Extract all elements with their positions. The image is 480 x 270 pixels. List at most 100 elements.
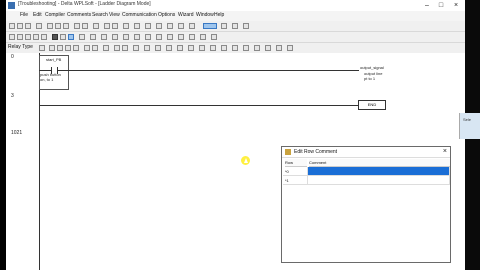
counter-icon[interactable]	[166, 45, 172, 51]
nop-icon[interactable]	[287, 45, 293, 51]
network-icon[interactable]	[167, 34, 173, 40]
compile-icon[interactable]	[123, 23, 129, 29]
comment-cell[interactable]	[308, 176, 450, 185]
rising-contact-icon[interactable]	[65, 45, 71, 51]
run-icon[interactable]	[178, 23, 184, 29]
upload-icon[interactable]	[167, 23, 173, 29]
row-comment-grid: Row Comment *0 *1	[283, 159, 450, 185]
ladder-view-icon[interactable]	[52, 34, 58, 40]
comment-cell-selected[interactable]	[308, 167, 450, 176]
print-icon[interactable]	[36, 23, 42, 29]
column-header-row: Row	[285, 159, 307, 167]
pointer-arrow-icon	[244, 158, 248, 163]
dialog-icon	[285, 149, 291, 155]
cut-icon[interactable]	[47, 23, 53, 29]
open-file-icon[interactable]	[17, 23, 23, 29]
app-icon	[8, 2, 15, 9]
compare-instruction-icon[interactable]	[177, 45, 183, 51]
menu-edit[interactable]: Edit	[33, 12, 42, 18]
delete-column-icon[interactable]	[41, 34, 47, 40]
close-button[interactable]: ×	[449, 0, 463, 11]
insert-column-icon[interactable]	[33, 34, 39, 40]
step-icon[interactable]	[210, 45, 216, 51]
stop-icon[interactable]	[189, 23, 195, 29]
horizontal-line-icon[interactable]	[122, 45, 128, 51]
device-icon[interactable]	[232, 23, 238, 29]
device-comment-icon[interactable]	[112, 34, 118, 40]
row-comment-icon[interactable]	[90, 34, 96, 40]
dialog-close-button[interactable]: ×	[443, 147, 447, 157]
master-control-icon[interactable]	[221, 45, 227, 51]
relay-type-dropdown-icon[interactable]	[39, 45, 45, 51]
paste-icon[interactable]	[63, 23, 69, 29]
memory-icon[interactable]	[211, 34, 217, 40]
ladder-mode-icon[interactable]	[203, 23, 217, 29]
menu-comments[interactable]: Comments	[67, 12, 91, 18]
nc-contact-icon[interactable]	[57, 45, 63, 51]
zoom-in-icon[interactable]	[104, 23, 110, 29]
contact-comment-line2: on, to 1	[40, 77, 54, 82]
monitor-icon[interactable]	[221, 23, 227, 29]
menu-search[interactable]: Search	[92, 12, 108, 18]
pointer-icon[interactable]	[9, 34, 15, 40]
settings-icon[interactable]	[156, 34, 162, 40]
vertical-line-icon[interactable]	[114, 45, 120, 51]
return-icon[interactable]	[276, 45, 282, 51]
table-icon[interactable]	[189, 34, 195, 40]
compare-icon[interactable]	[134, 34, 140, 40]
math-icon[interactable]	[199, 45, 205, 51]
end-instruction-icon[interactable]	[232, 45, 238, 51]
pulse-icon[interactable]	[144, 45, 150, 51]
falling-contact-icon[interactable]	[73, 45, 79, 51]
label-icon[interactable]	[254, 45, 260, 51]
row-number: 1021	[11, 130, 23, 136]
find-icon[interactable]	[93, 23, 99, 29]
help-icon[interactable]	[243, 23, 249, 29]
delete-row-icon[interactable]	[25, 34, 31, 40]
menu-help[interactable]: Help	[214, 12, 224, 18]
save-icon[interactable]	[25, 23, 31, 29]
list-view-icon[interactable]	[60, 34, 66, 40]
comment-mode-icon[interactable]	[68, 34, 74, 40]
online-icon[interactable]	[145, 23, 151, 29]
dialog-title: Edit Row Comment	[294, 149, 338, 155]
wizard-icon[interactable]	[200, 34, 206, 40]
move-icon[interactable]	[188, 45, 194, 51]
set-coil-icon[interactable]	[92, 45, 98, 51]
comment-icon[interactable]	[134, 23, 140, 29]
insert-row-icon[interactable]	[17, 34, 23, 40]
toolbar-edit	[6, 32, 465, 43]
menu-window[interactable]: Window	[196, 12, 214, 18]
cross-ref-icon[interactable]	[145, 34, 151, 40]
rung-wire	[39, 70, 51, 71]
column-header-comment: Comment	[309, 159, 450, 167]
symbol-icon[interactable]	[79, 34, 85, 40]
timer-icon[interactable]	[155, 45, 161, 51]
application-instruction-icon[interactable]	[103, 45, 109, 51]
menu-options[interactable]: Options	[158, 12, 175, 18]
maximize-button[interactable]: □	[434, 0, 448, 11]
menu-communication[interactable]: Communication	[122, 12, 157, 18]
end-instruction[interactable]: END	[358, 100, 386, 110]
download-icon[interactable]	[156, 23, 162, 29]
zoom-out-icon[interactable]	[112, 23, 118, 29]
new-file-icon[interactable]	[9, 23, 15, 29]
copy-icon[interactable]	[55, 23, 61, 29]
window-title: [Troubleshooting] - Delta WPLSoft - [Lad…	[18, 1, 151, 7]
no-contact-icon[interactable]	[49, 45, 55, 51]
undo-icon[interactable]	[74, 23, 80, 29]
inverse-icon[interactable]	[133, 45, 139, 51]
menu-wizard[interactable]: Wizard	[178, 12, 194, 18]
call-icon[interactable]	[265, 45, 271, 51]
row-cell: *1	[283, 176, 308, 185]
menu-file[interactable]: File	[20, 12, 28, 18]
segment-icon[interactable]	[101, 34, 107, 40]
refresh-icon[interactable]	[123, 34, 129, 40]
menu-view[interactable]: View	[109, 12, 120, 18]
simulator-icon[interactable]	[178, 34, 184, 40]
jump-icon[interactable]	[243, 45, 249, 51]
minimize-button[interactable]: –	[420, 0, 434, 11]
coil-icon[interactable]	[84, 45, 90, 51]
menu-compiler[interactable]: Compiler	[45, 12, 65, 18]
redo-icon[interactable]	[82, 23, 88, 29]
